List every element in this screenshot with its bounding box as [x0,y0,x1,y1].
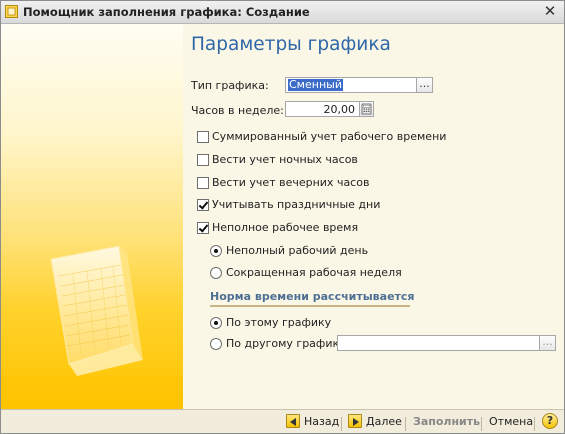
schedule-type-label: Тип графика: [191,79,269,92]
back-button-label: Назад [304,415,340,428]
checkbox-night-hours[interactable] [197,154,209,166]
radio-this-schedule[interactable] [210,317,222,329]
calculator-glyph [361,103,372,115]
wizard-window: Помощник заполнения графика: Создание ✕ [0,0,565,434]
footer-separator [341,417,342,431]
side-illustration-panel [1,24,183,409]
next-arrow-icon [348,414,362,428]
next-button[interactable]: Далее [348,414,402,430]
calculator-icon[interactable] [359,101,374,117]
footer-separator [405,417,406,431]
fill-button[interactable]: Заполнить [413,414,480,430]
checkbox-summarized-accounting[interactable] [197,131,209,143]
hours-per-week-field[interactable]: 20,00 [285,101,360,117]
checkbox-label-part-time: Неполное рабочее время [212,221,359,234]
other-schedule-field[interactable] [337,335,540,351]
title-bar: Помощник заполнения графика: Создание ✕ [1,1,564,24]
hours-per-week-label: Часов в неделе: [191,104,284,117]
window-title: Помощник заполнения графика: Создание [23,5,310,19]
group-divider [210,305,410,307]
checkbox-label-summarized: Суммированный учет рабочего времени [212,130,447,143]
hours-per-week-value: 20,00 [323,103,356,116]
main-content: Параметры графика Тип графика: Сменный .… [183,24,564,409]
app-icon [5,5,18,18]
checkbox-part-time[interactable] [197,222,209,234]
checkbox-evening-hours[interactable] [197,177,209,189]
radio-label-other-schedule: По другому графику: [226,337,350,350]
close-icon[interactable]: ✕ [542,3,558,19]
schedule-type-field[interactable]: Сменный [285,77,417,93]
checkbox-holidays[interactable] [197,199,209,211]
back-button[interactable]: Назад [286,414,340,430]
checkbox-label-night: Вести учет ночных часов [212,153,358,166]
footer-bar: Назад Далее Заполнить Отмена ? [1,409,564,433]
radio-label-part-time-day: Неполный рабочий день [226,244,369,257]
norm-group-title: Норма времени рассчитывается [210,290,415,303]
ellipsis-icon[interactable]: ... [416,77,433,93]
back-arrow-icon [286,414,300,428]
cancel-button[interactable]: Отмена [489,414,533,430]
footer-separator [534,417,535,431]
radio-other-schedule[interactable] [210,338,222,350]
checkbox-label-evening: Вести учет вечерних часов [212,176,370,189]
page-heading: Параметры графика [191,34,391,55]
help-icon[interactable]: ? [542,413,558,429]
schedule-type-value: Сменный [288,78,343,91]
radio-short-week[interactable] [210,267,222,279]
ellipsis-icon[interactable]: ... [539,335,556,351]
checkbox-label-holidays: Учитывать праздничные дни [212,198,381,211]
footer-separator [481,417,482,431]
radio-part-time-day[interactable] [210,245,222,257]
calendar-illustration [1,245,183,409]
next-button-label: Далее [366,415,402,428]
radio-label-this-schedule: По этому графику [226,316,332,329]
radio-label-short-week: Сокращенная рабочая неделя [226,266,402,279]
